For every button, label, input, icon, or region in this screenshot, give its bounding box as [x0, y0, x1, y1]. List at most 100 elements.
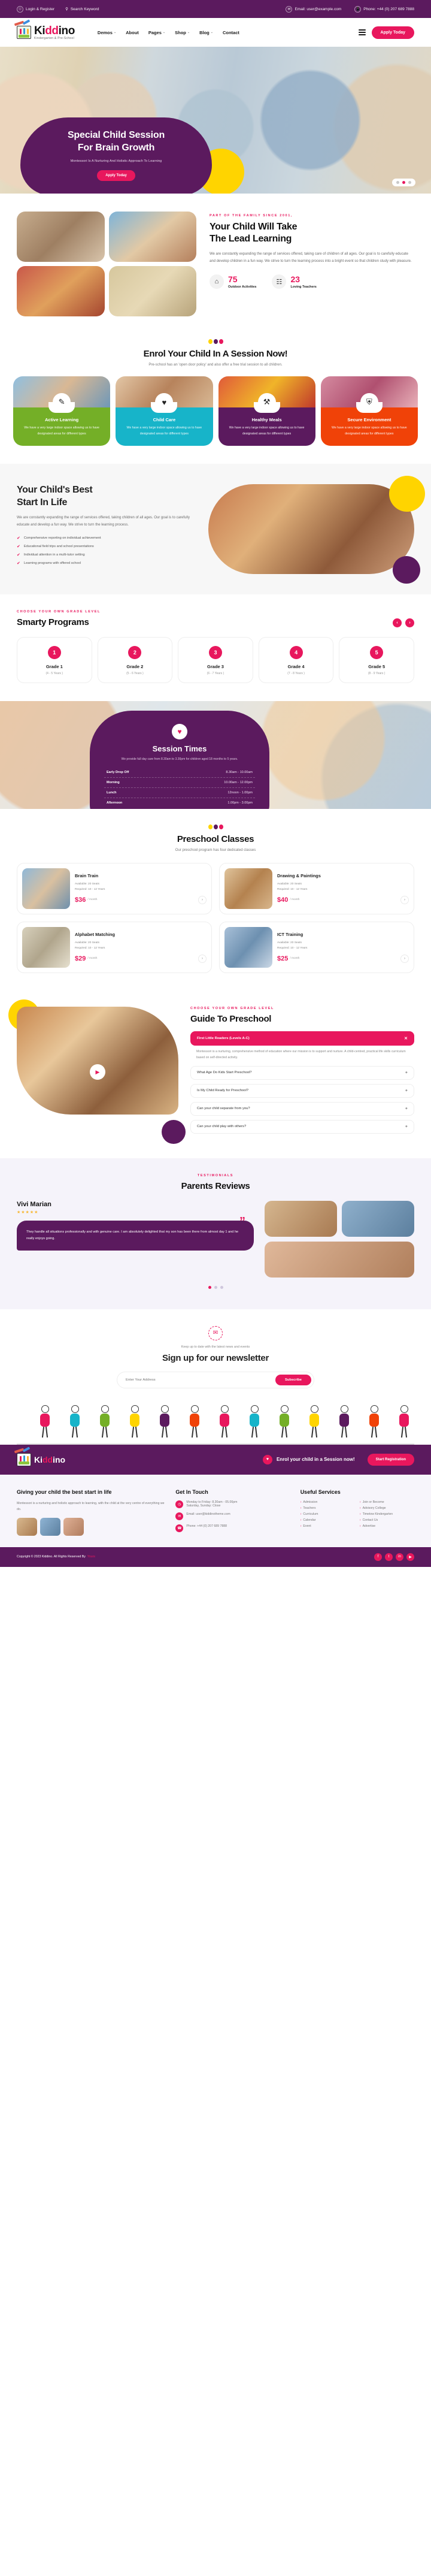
- purple-blob-decoration: [162, 1119, 186, 1144]
- plus-icon[interactable]: +: [405, 1071, 408, 1075]
- feature-card-child-care[interactable]: ♥ Child Care We have a very large indoor…: [116, 376, 213, 446]
- meal-icon: ⚒: [257, 393, 276, 411]
- nav-item-pages[interactable]: Pages ⌄: [148, 30, 165, 35]
- class-card-drawing-paintings[interactable]: Drawing & Paintings Available: 20 Seats …: [219, 862, 414, 914]
- plus-icon[interactable]: +: [405, 1107, 408, 1111]
- facebook-icon[interactable]: f: [374, 1553, 382, 1561]
- start-registration-button[interactable]: Start Registration: [367, 1453, 414, 1466]
- carousel-dot-2-active[interactable]: [402, 181, 405, 184]
- hero-carousel-dots[interactable]: [392, 179, 415, 186]
- class-card-brain-train[interactable]: Brain Train Available: 20 Seats Required…: [17, 862, 212, 914]
- testimonial-text-bubble: ” They handle all situations professiona…: [17, 1216, 254, 1251]
- arrow-right-icon[interactable]: ›: [400, 895, 409, 904]
- faq-item-2[interactable]: Is My Child Ready for Preschool? +: [190, 1083, 414, 1098]
- footer-link-advertise[interactable]: Advertise: [360, 1524, 414, 1528]
- linkedin-icon[interactable]: in: [396, 1553, 403, 1561]
- guide-video-thumbnail[interactable]: [17, 1006, 178, 1115]
- testimonial-carousel-dots[interactable]: [17, 1285, 414, 1289]
- logo-mark-icon: [14, 19, 31, 39]
- search-keyword-link[interactable]: ⚲ Search Keyword: [65, 7, 99, 12]
- apply-today-button[interactable]: Apply Today: [371, 26, 414, 39]
- faq-item-0[interactable]: First Little Readers (Levels A-C) ✕: [190, 1031, 414, 1046]
- footer-link-event[interactable]: Event: [301, 1524, 355, 1528]
- feature-card-active-learning[interactable]: ✎ Active Learning We have a very large i…: [13, 376, 111, 446]
- site-logo[interactable]: Kiddino Kindergarten & Pre-School: [14, 19, 75, 40]
- newsletter-title: Sign up for our newsletter: [162, 1352, 269, 1363]
- footer-link-timetow[interactable]: Timetow Kindergarten: [360, 1512, 414, 1516]
- copyright-link[interactable]: Yours: [87, 1555, 95, 1559]
- arrow-right-icon[interactable]: ›: [198, 954, 207, 963]
- newsletter-email-input[interactable]: [126, 1374, 275, 1385]
- grade-card-2[interactable]: 2 Grade 2 (5 - 6 Years ): [97, 636, 173, 683]
- card-desc: We have a very large indoor space allowi…: [24, 426, 99, 436]
- feature-card-healthy-meals[interactable]: ⚒ Healthy Meals We have a very large ind…: [218, 376, 315, 446]
- footer-link-admission[interactable]: Admission: [301, 1500, 355, 1504]
- grade-card-5[interactable]: 5 Grade 5 (8 - 9 Years ): [339, 636, 414, 683]
- footer-link-curriculum[interactable]: Curriculum: [301, 1512, 355, 1516]
- guide-title: Guide To Preschool: [190, 1013, 272, 1024]
- arrow-right-icon[interactable]: ›: [400, 954, 409, 963]
- class-card-alphabet-matching[interactable]: Alphabet Matching Available: 20 Seats Re…: [17, 921, 212, 973]
- newsletter-subscribe-button[interactable]: Subscribe: [275, 1374, 311, 1385]
- newsletter-form: Subscribe: [117, 1371, 314, 1388]
- stat-number: 75: [228, 274, 238, 284]
- phone-icon: ☎: [175, 1524, 184, 1532]
- faq-item-1[interactable]: What Age Do Kids Start Preschool? +: [190, 1065, 414, 1080]
- carousel-dot-1-active[interactable]: [208, 1285, 211, 1289]
- footer-link-calendar[interactable]: Calendar: [301, 1518, 355, 1522]
- session-row: Early Drop Off 8.30am - 10.00am: [104, 768, 255, 778]
- arrow-right-icon[interactable]: ›: [198, 895, 207, 904]
- footer-about-column: Giving your child the best start in life…: [17, 1489, 165, 1536]
- grade-card-1[interactable]: 1 Grade 1 (4 - 5 Years ): [17, 636, 92, 683]
- balloons-decoration: [0, 339, 431, 344]
- grade-card-3[interactable]: 3 Grade 3 (6 - 7 Years ): [178, 636, 253, 683]
- about-image-3: [17, 266, 105, 316]
- footer-link-join[interactable]: Join or Become: [360, 1500, 414, 1504]
- testimonial-author: Vivi Marian: [17, 1200, 51, 1208]
- nav-item-contact[interactable]: Contact: [223, 30, 239, 35]
- class-card-ict-training[interactable]: ICT Training Available: 20 Seats Require…: [219, 921, 414, 973]
- plus-icon[interactable]: +: [405, 1089, 408, 1093]
- footer-link-advisory[interactable]: Advisory College: [360, 1506, 414, 1510]
- play-icon[interactable]: ▶: [90, 1064, 105, 1080]
- nav-item-about[interactable]: About: [126, 30, 139, 35]
- hamburger-menu-icon[interactable]: [358, 29, 366, 35]
- nav-item-demos[interactable]: Demos ⌄: [98, 30, 116, 35]
- youtube-icon[interactable]: ▶: [406, 1553, 414, 1561]
- grade-number: 4: [289, 645, 303, 659]
- close-icon[interactable]: ✕: [404, 1036, 408, 1041]
- faq-answer-0: Montessori is a nurturing, comprehensive…: [196, 1049, 406, 1060]
- faq-item-3[interactable]: Can your child separate from you? +: [190, 1101, 414, 1116]
- feature-card-secure-environment[interactable]: ⛨ Secure Environment We have a very larg…: [320, 376, 418, 446]
- top-bar: ☉ Login & Register ⚲ Search Keyword ✉ Em…: [0, 0, 431, 18]
- stat-label: Loving Teachers: [290, 285, 317, 289]
- cta-text: Enrol your child in a Session now!: [276, 1457, 355, 1463]
- footer-link-teachers[interactable]: Teachers: [301, 1506, 355, 1510]
- next-arrow-icon[interactable]: ›: [405, 618, 414, 627]
- email-contact[interactable]: ✉ Email: user@example.com: [286, 5, 341, 13]
- nav-item-blog[interactable]: Blog ⌄: [199, 30, 213, 35]
- card-title: Child Care: [153, 417, 176, 422]
- prev-arrow-icon[interactable]: ‹: [393, 618, 402, 627]
- carousel-dot-3[interactable]: [220, 1285, 223, 1289]
- twitter-icon[interactable]: t: [385, 1553, 393, 1561]
- plus-icon[interactable]: +: [405, 1125, 408, 1129]
- login-register-link[interactable]: ☉ Login & Register: [17, 5, 54, 13]
- nav-item-shop[interactable]: Shop ⌄: [175, 30, 190, 35]
- faq-item-4[interactable]: Can your child play with others? +: [190, 1119, 414, 1134]
- carousel-dot-2[interactable]: [214, 1285, 217, 1289]
- hero-apply-button[interactable]: Apply Today: [97, 170, 135, 181]
- copyright-text: Copyright © 2023 Kiddino. All Rights Res…: [17, 1555, 86, 1559]
- footer-email[interactable]: ✉ Email: user@kiddinotheme.com: [175, 1512, 289, 1520]
- carousel-dot-3[interactable]: [408, 181, 411, 184]
- faq-question: What Age Do Kids Start Preschool?: [197, 1071, 252, 1075]
- footer-phone[interactable]: ☎ Phone: +44 (0) 207 689 7888: [175, 1524, 289, 1532]
- grade-sub: (6 - 7 Years ): [207, 671, 224, 675]
- chevron-down-icon: ⌄: [187, 31, 190, 34]
- carousel-dot-1[interactable]: [396, 181, 399, 184]
- footer-thumb-3: [63, 1518, 84, 1536]
- grade-card-4[interactable]: 4 Grade 4 (7 - 8 Years ): [258, 636, 334, 683]
- footer-link-contact[interactable]: Contact Us: [360, 1518, 414, 1522]
- phone-contact[interactable]: 📱 Phone: +44 (0) 207 689 7888: [354, 5, 414, 13]
- cta-logo[interactable]: Kiddino: [14, 1446, 65, 1466]
